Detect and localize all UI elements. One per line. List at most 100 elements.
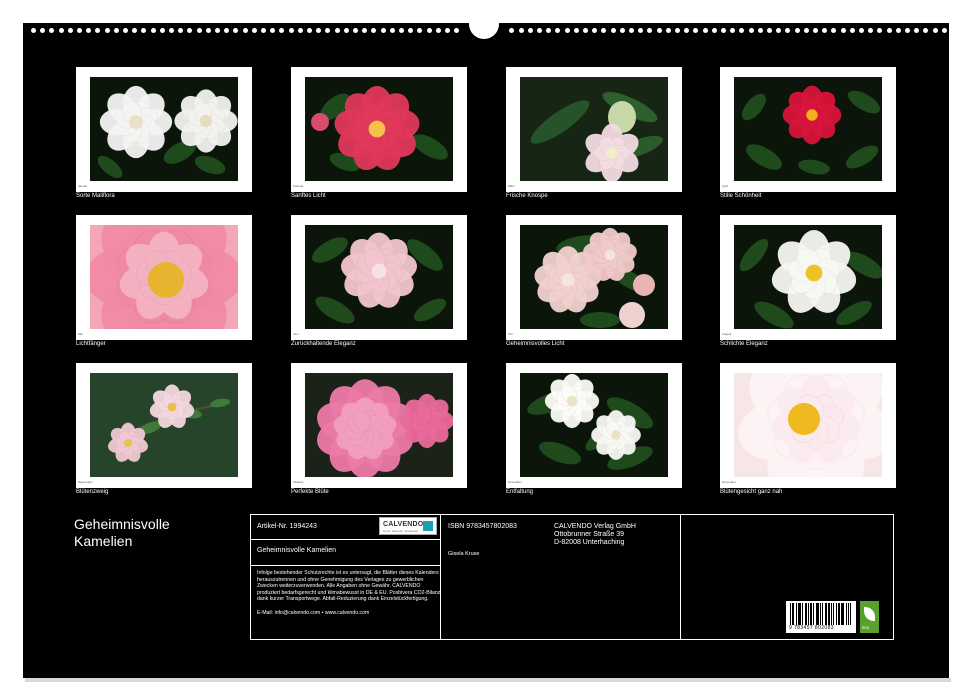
binding-hole xyxy=(711,28,717,33)
binding-hole xyxy=(656,28,662,33)
photo-card: Dezember xyxy=(720,363,896,488)
photo xyxy=(520,225,668,329)
binding-hole xyxy=(95,28,101,33)
calendar-sheet: Januar Sorte Maliflora Februar Sanftes Lich… xyxy=(23,23,949,678)
photo-caption: Geheimnisvolles Licht xyxy=(506,341,565,347)
publisher-line-1: CALVENDO Verlag GmbH xyxy=(554,523,636,530)
photo-card: November xyxy=(506,363,682,488)
month-label: April xyxy=(722,184,729,188)
binding-hole xyxy=(592,28,598,33)
publisher-line-3: D-82008 Unterhaching xyxy=(554,539,625,546)
product-title: Geheimnisvolle Kamelien xyxy=(257,547,336,554)
binding-hole xyxy=(417,28,423,33)
barcode-bars-icon xyxy=(790,603,851,625)
photo-caption: Frische Knospe xyxy=(506,193,548,199)
binding-hole xyxy=(905,28,910,33)
binding-hole xyxy=(564,28,570,33)
binding-hole xyxy=(224,28,230,33)
month-label: Januar xyxy=(78,184,88,188)
contact-line: E-Mail: info@calvendo.com • www.calvendo… xyxy=(257,610,370,616)
binding-hole xyxy=(813,28,818,33)
binding-hole xyxy=(868,28,874,33)
binding-hole xyxy=(739,28,745,33)
month-label: Juni xyxy=(293,332,299,336)
month-label: Mai xyxy=(78,332,83,336)
photo-card: September xyxy=(76,363,252,488)
binding-hole xyxy=(767,28,772,33)
info-rule xyxy=(251,539,440,540)
binding-hole xyxy=(362,28,368,33)
binding-hole xyxy=(518,28,524,33)
binding-hole xyxy=(334,28,340,33)
binding-hole xyxy=(886,28,892,33)
photo-card: Oktober xyxy=(291,363,467,488)
binding-hole xyxy=(849,28,855,33)
binding-hole xyxy=(196,28,202,33)
camellia-photo-icon xyxy=(734,373,882,477)
binding-hole xyxy=(251,28,257,33)
binding-hole xyxy=(325,28,331,33)
author: Gisela Kruse xyxy=(448,551,480,557)
photo-caption: Lichtfänger xyxy=(76,341,106,347)
binding-hole xyxy=(31,28,36,33)
photo xyxy=(734,225,882,329)
binding-hole xyxy=(601,28,607,33)
binding-hole xyxy=(877,28,883,33)
photo-card: März xyxy=(506,67,682,192)
photo xyxy=(520,373,668,477)
binding-hole xyxy=(546,28,552,33)
info-rule xyxy=(251,565,440,566)
binding-hole xyxy=(123,28,128,33)
camellia-photo-icon xyxy=(734,225,882,329)
binding-hole xyxy=(932,28,938,33)
binding-hole xyxy=(408,28,414,33)
binding-hole xyxy=(435,28,441,33)
barcode-number: 9 783457 802083 xyxy=(789,625,834,631)
month-label: Dezember xyxy=(722,480,736,484)
binding-hole xyxy=(509,28,515,33)
binding-hole xyxy=(380,28,386,33)
month-label: Juli xyxy=(508,332,513,336)
camellia-photo-icon xyxy=(520,77,668,181)
info-box: Artikel-Nr. 1994243 CALVENDO kunst. kale… xyxy=(250,514,894,640)
photo-caption: Zurückhaltende Eleganz xyxy=(291,341,356,347)
binding-hole xyxy=(389,28,395,33)
binding-hole xyxy=(629,28,634,33)
eco-badge: eco xyxy=(860,601,879,633)
binding-hole xyxy=(527,28,533,33)
binding-hole xyxy=(619,28,625,33)
photo-card: August xyxy=(720,215,896,340)
binding-hole xyxy=(169,28,174,33)
camellia-photo-icon xyxy=(520,225,668,329)
calvendo-logo: CALVENDO kunst. kalender. kreativität xyxy=(379,517,437,535)
binding-hole xyxy=(859,28,864,33)
photo-caption: Stille Schönheit xyxy=(720,193,762,199)
camellia-photo-icon xyxy=(90,225,238,329)
photo xyxy=(305,77,453,181)
legal-notice: Infolge bestehender Schutzrechte ist es … xyxy=(257,570,441,603)
binding-hole xyxy=(583,28,588,33)
camellia-photo-icon xyxy=(90,373,238,477)
binding-hole xyxy=(58,28,64,33)
binding-hole xyxy=(721,28,726,33)
photo-card: Mai xyxy=(76,215,252,340)
photo-caption: Perfekte Blüte xyxy=(291,489,329,495)
photo xyxy=(520,77,668,181)
photo-caption: Blütenzweig xyxy=(76,489,109,495)
publisher-line-2: Ottobrunner Straße 39 xyxy=(554,531,625,538)
eco-label: eco xyxy=(862,625,870,630)
binding-hole xyxy=(426,28,432,33)
page-shadow xyxy=(25,678,951,682)
photo xyxy=(90,77,238,181)
isbn: ISBN 9783457802083 xyxy=(448,523,517,530)
logo-mark-icon xyxy=(423,521,433,531)
month-label: November xyxy=(508,480,522,484)
binding-hole xyxy=(647,28,653,33)
binding-hole xyxy=(178,28,184,33)
binding-hole xyxy=(748,28,754,33)
binding-hole xyxy=(794,28,800,33)
camellia-photo-icon xyxy=(734,77,882,181)
binding-hole xyxy=(895,28,901,33)
binding-hole xyxy=(187,28,193,33)
binding-hole xyxy=(684,28,690,33)
